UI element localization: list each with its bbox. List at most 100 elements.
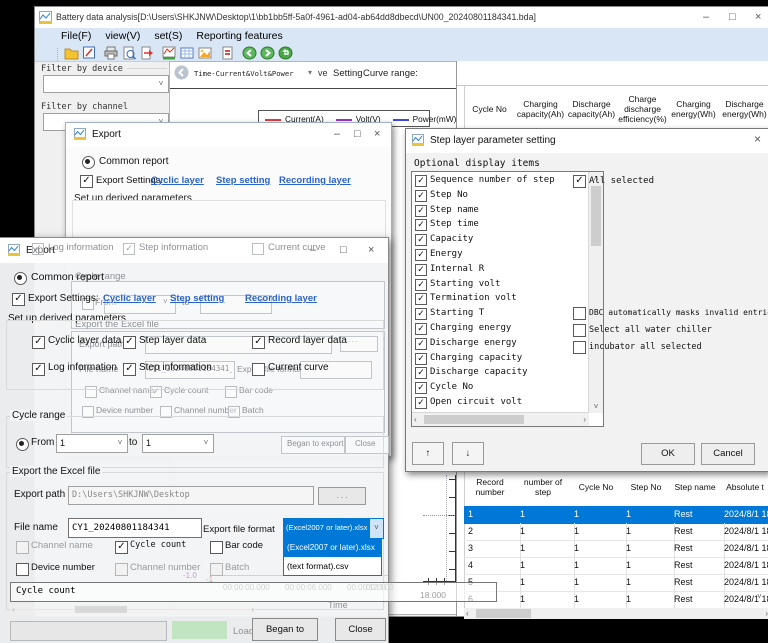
option-checkbox-3[interactable] (16, 563, 29, 576)
step-dialog-titlebar[interactable]: Step layer parameter setting × (406, 129, 768, 153)
optional-items-listbox[interactable]: ˄ ˅ ‹ › Sequence number of step Step No St… (411, 171, 604, 427)
item-checkbox[interactable] (415, 367, 427, 380)
window-titlebar[interactable]: Battery data analysis[D:\Users\SHKJNW\De… (35, 7, 768, 28)
water-chiller-checkbox[interactable] (573, 324, 586, 337)
option-checkbox-5[interactable] (210, 563, 223, 576)
vertical-scrollbar[interactable]: ˄ ˅ (588, 172, 603, 413)
table-row[interactable]: 3 1 1 1 Rest 2024/8/1 18 (464, 540, 768, 558)
nav-back-icon[interactable] (242, 46, 258, 61)
menu-reporting-features[interactable]: Reporting features (196, 30, 282, 42)
record-col-header-4[interactable]: Step name (670, 468, 721, 507)
item-checkbox[interactable] (415, 382, 427, 395)
cycle-col-header-1[interactable]: Charging capacity(Ah) (515, 86, 567, 133)
began-to-export-button[interactable]: Began to export (252, 618, 318, 641)
filter-device-select[interactable]: ˅ (43, 75, 169, 93)
list-item[interactable]: Discharge energy (412, 337, 572, 352)
open-file-icon[interactable] (64, 46, 80, 61)
list-item[interactable]: Charging capacity (412, 352, 572, 367)
list-item[interactable]: Starting T (412, 307, 572, 322)
list-item[interactable]: Open circuit volt (412, 396, 572, 411)
menu-set[interactable]: set(S) (154, 30, 182, 42)
export-file-icon[interactable] (140, 46, 156, 61)
scroll-thumb[interactable] (591, 186, 601, 246)
nav-return-icon[interactable] (278, 46, 294, 61)
list-item[interactable]: Charging energy (412, 322, 572, 337)
item-checkbox[interactable] (415, 249, 427, 261)
list-item[interactable]: Cycle No (412, 381, 572, 396)
cycle-col-header-4[interactable]: Charging energy(Wh) (668, 86, 720, 133)
cancel-button[interactable]: Cancel (701, 443, 755, 465)
list-item[interactable]: Discharge capacity (412, 366, 572, 381)
ghost-hscrollbar[interactable]: ‹ › (10, 605, 256, 614)
scroll-left-icon[interactable]: ‹ (414, 415, 417, 424)
back-circle-icon[interactable] (174, 65, 189, 83)
scroll-left-icon[interactable]: ‹ (466, 609, 469, 618)
move-up-button[interactable]: ↑ (412, 442, 444, 465)
item-checkbox[interactable] (415, 337, 427, 350)
option-checkbox-0[interactable] (16, 541, 29, 554)
item-checkbox[interactable] (415, 308, 427, 321)
item-checkbox[interactable] (415, 263, 427, 276)
horizontal-scrollbar[interactable]: ‹ › (412, 412, 589, 426)
record-col-header-3[interactable]: Step No (622, 468, 671, 507)
maximize-button[interactable]: □ (729, 12, 736, 23)
edit-icon[interactable] (82, 46, 98, 61)
scroll-down-icon[interactable]: ˅ (757, 592, 762, 601)
list-item[interactable]: Capacity (412, 233, 572, 248)
record-col-header-2[interactable]: Cycle No (570, 468, 623, 507)
scroll-thumb[interactable] (476, 609, 531, 618)
option-checkbox-2[interactable] (210, 541, 223, 554)
dbc-checkbox[interactable] (573, 307, 586, 320)
option-checkbox-4[interactable] (115, 563, 128, 576)
item-checkbox[interactable] (415, 352, 427, 365)
table-row[interactable]: 6111Rest2024/8/1 18 (464, 591, 768, 609)
data-table-icon[interactable] (180, 46, 196, 61)
print-preview-icon[interactable] (122, 46, 138, 61)
record-col-header-0[interactable]: Record number (464, 468, 517, 507)
table-row[interactable]: 2 1 1 1 Rest 2024/8/1 18 (464, 523, 768, 541)
format-option-xlsx[interactable]: (Excel2007 or later).xlsx (284, 539, 381, 557)
option-checkbox-1[interactable] (115, 541, 128, 554)
cycle-count-combo[interactable]: Cycle count (10, 582, 497, 602)
cycle-col-header-5[interactable]: Discharge energy(Wh) (719, 86, 768, 133)
list-item[interactable]: Termination volt (412, 292, 572, 307)
cycle-col-header-2[interactable]: Discharge capacity(Ah) (566, 86, 618, 133)
list-item[interactable]: Sequence number of step (412, 174, 572, 189)
item-checkbox[interactable] (415, 278, 427, 291)
table-row[interactable]: 5111Rest2024/8/1 18 (464, 574, 768, 592)
cycle-col-header-0[interactable]: Cycle No (464, 86, 516, 133)
report-icon[interactable] (220, 46, 236, 61)
menu-view[interactable]: view(V) (105, 30, 140, 42)
all-selected-checkbox[interactable] (573, 175, 586, 188)
item-checkbox[interactable] (415, 234, 427, 247)
record-col-header-1[interactable]: number of step (516, 468, 571, 507)
curve-type-combo[interactable]: Time-Current&Volt&Power (194, 69, 294, 78)
scroll-right-icon[interactable]: › (583, 415, 586, 424)
ok-button[interactable]: OK (641, 443, 695, 465)
item-checkbox[interactable] (415, 323, 427, 335)
chevron-down-icon[interactable]: ▾ (308, 68, 312, 77)
record-col-header-5[interactable]: Absolute t (720, 468, 768, 507)
list-item[interactable]: Internal R (412, 263, 572, 278)
menu-file[interactable]: File(F) (61, 30, 91, 42)
horizontal-scrollbar[interactable]: ‹ › (464, 608, 768, 619)
print-icon[interactable] (104, 46, 120, 61)
item-checkbox[interactable] (415, 189, 427, 202)
move-down-button[interactable]: ↓ (452, 442, 484, 465)
list-item[interactable]: Energy (412, 248, 572, 263)
curve-chart-icon[interactable] (162, 46, 178, 61)
scroll-thumb[interactable] (424, 415, 524, 424)
list-item[interactable]: Step time (412, 218, 572, 233)
table-row[interactable]: 1 1 1 1 Rest 2024/8/1 18 (464, 506, 768, 524)
item-checkbox[interactable] (415, 175, 427, 187)
curve-setting-button[interactable]: Setting (333, 68, 363, 79)
close-button[interactable]: × (754, 133, 761, 145)
item-checkbox[interactable] (415, 219, 427, 232)
table-row[interactable]: 4 1 1 1 Rest 2024/8/1 18 (464, 557, 768, 575)
item-checkbox[interactable] (415, 397, 427, 409)
scroll-down-icon[interactable]: ˅ (589, 400, 603, 413)
format-option-csv[interactable]: (text format).csv (284, 557, 381, 575)
minimize-button[interactable]: – (703, 12, 709, 23)
incubator-checkbox[interactable] (573, 341, 586, 354)
item-checkbox[interactable] (415, 293, 427, 306)
